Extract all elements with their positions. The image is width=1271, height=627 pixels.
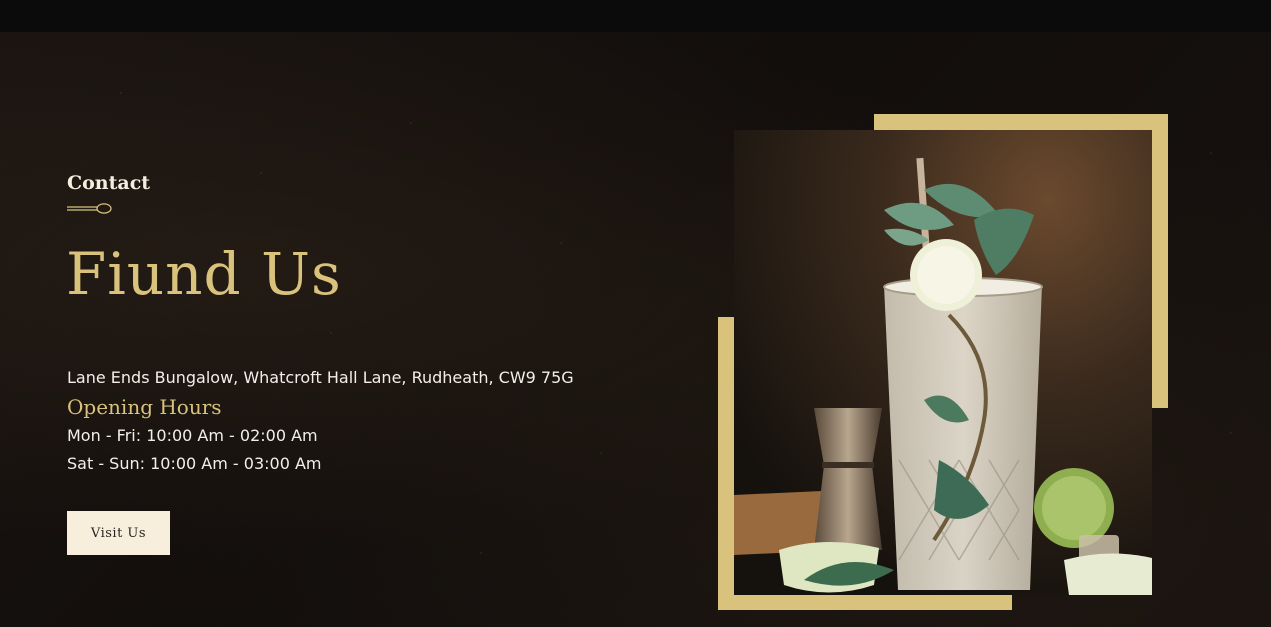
page-title: Fiund Us [66, 240, 342, 308]
visit-us-button[interactable]: Visit Us [67, 511, 170, 555]
address-text: Lane Ends Bungalow, Whatcroft Hall Lane,… [67, 368, 574, 387]
spoon-divider-icon [67, 203, 112, 214]
top-bar [0, 0, 1271, 32]
hours-weekend: Sat - Sun: 10:00 Am - 03:00 Am [67, 454, 322, 473]
opening-hours-title: Opening Hours [67, 395, 222, 419]
hours-weekdays: Mon - Fri: 10:00 Am - 02:00 Am [67, 426, 318, 445]
mojito-cocktail-image [734, 130, 1152, 595]
section-eyebrow: Contact [67, 172, 151, 194]
